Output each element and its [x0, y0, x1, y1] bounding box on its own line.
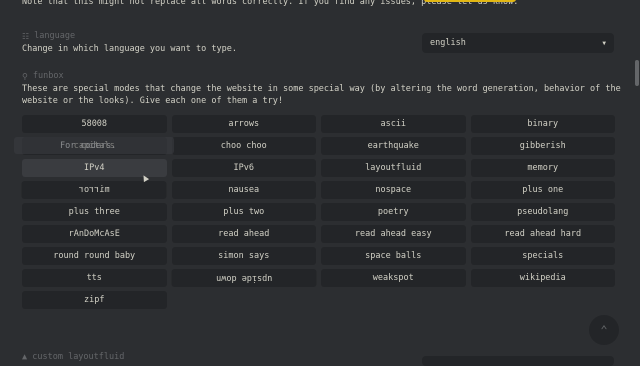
funbox-option-ipv6[interactable]: IPv6: [171, 159, 316, 177]
funbox-option-binary[interactable]: binary: [470, 115, 615, 133]
funbox-option-arrows[interactable]: arrows: [171, 115, 316, 133]
language-select[interactable]: english ▼: [422, 33, 614, 53]
gamepad-icon: ⚲: [22, 71, 28, 81]
custom-layoutfluid-label: custom layoutfluid: [32, 352, 125, 362]
funbox-description-line1: These are special modes that change the …: [22, 84, 621, 94]
chevron-double-up-icon: ⌃: [600, 323, 608, 337]
funbox-section-title: ⚲ funbox: [22, 71, 64, 81]
funbox-option-random-case[interactable]: rAnDoMcAsE: [22, 225, 167, 243]
funbox-description-line2: website or the looks). Give each one of …: [22, 95, 283, 106]
funbox-option-upside-down[interactable]: upside down: [171, 269, 316, 287]
funbox-option-poetry[interactable]: poetry: [321, 203, 466, 221]
funbox-option-mirror[interactable]: mirror: [22, 181, 167, 199]
funbox-option-58008[interactable]: 58008: [22, 115, 167, 133]
funbox-option-ascii[interactable]: ascii: [321, 115, 466, 133]
funbox-option-space-balls[interactable]: space balls: [321, 247, 466, 265]
funbox-option-capitals[interactable]: capitals: [22, 137, 167, 155]
funbox-option-plus-three[interactable]: plus three: [22, 203, 167, 221]
funbox-option-tts[interactable]: tts: [22, 269, 167, 287]
scroll-to-top-button[interactable]: ⌃: [589, 315, 619, 345]
scrollbar-thumb[interactable]: [635, 60, 639, 86]
funbox-option-wikipedia[interactable]: wikipedia: [470, 269, 615, 287]
funbox-option-choo-choo[interactable]: choo choo: [171, 137, 316, 155]
funbox-description: These are special modes that change the …: [22, 84, 621, 107]
funbox-option-zipf[interactable]: zipf: [22, 291, 167, 309]
language-icon: ☷: [22, 31, 30, 41]
language-title: language: [34, 31, 76, 41]
custom-layoutfluid-icon: ▲: [22, 352, 28, 362]
funbox-title: funbox: [32, 71, 64, 81]
funbox-option-round-round-baby[interactable]: round round baby: [22, 247, 167, 265]
funbox-option-nausea[interactable]: nausea: [171, 181, 316, 199]
funbox-option-gibberish[interactable]: gibberish: [470, 137, 615, 155]
funbox-option-weakspot[interactable]: weakspot: [321, 269, 466, 287]
funbox-option-simon-says[interactable]: simon says: [171, 247, 316, 265]
funbox-option-read-ahead[interactable]: read ahead: [171, 225, 316, 243]
funbox-option-read-ahead-easy[interactable]: read ahead easy: [321, 225, 466, 243]
language-section-title: ☷ language: [22, 31, 75, 41]
funbox-option-specials[interactable]: specials: [470, 247, 615, 265]
accent-button[interactable]: [424, 0, 516, 2]
language-description: Change in which language you want to typ…: [22, 44, 237, 54]
custom-layoutfluid-input[interactable]: [422, 356, 614, 366]
funbox-option-nospace[interactable]: nospace: [321, 181, 466, 199]
language-selected-value: english: [430, 38, 466, 48]
funbox-options-grid: 58008 arrows ascii binary capitals choo …: [22, 115, 615, 309]
page-scrollbar[interactable]: [634, 0, 640, 360]
funbox-option-plus-two[interactable]: plus two: [171, 203, 316, 221]
funbox-option-plus-one[interactable]: plus one: [470, 181, 615, 199]
custom-layoutfluid-title: ▲ custom layoutfluid: [22, 352, 124, 362]
caret-down-icon: ▼: [602, 39, 606, 47]
funbox-option-pseudolang[interactable]: pseudolang: [470, 203, 615, 221]
funbox-option-layoutfluid[interactable]: layoutfluid: [321, 159, 466, 177]
funbox-option-memory[interactable]: memory: [470, 159, 615, 177]
funbox-option-earthquake[interactable]: earthquake: [321, 137, 466, 155]
funbox-option-read-ahead-hard[interactable]: read ahead hard: [470, 225, 615, 243]
